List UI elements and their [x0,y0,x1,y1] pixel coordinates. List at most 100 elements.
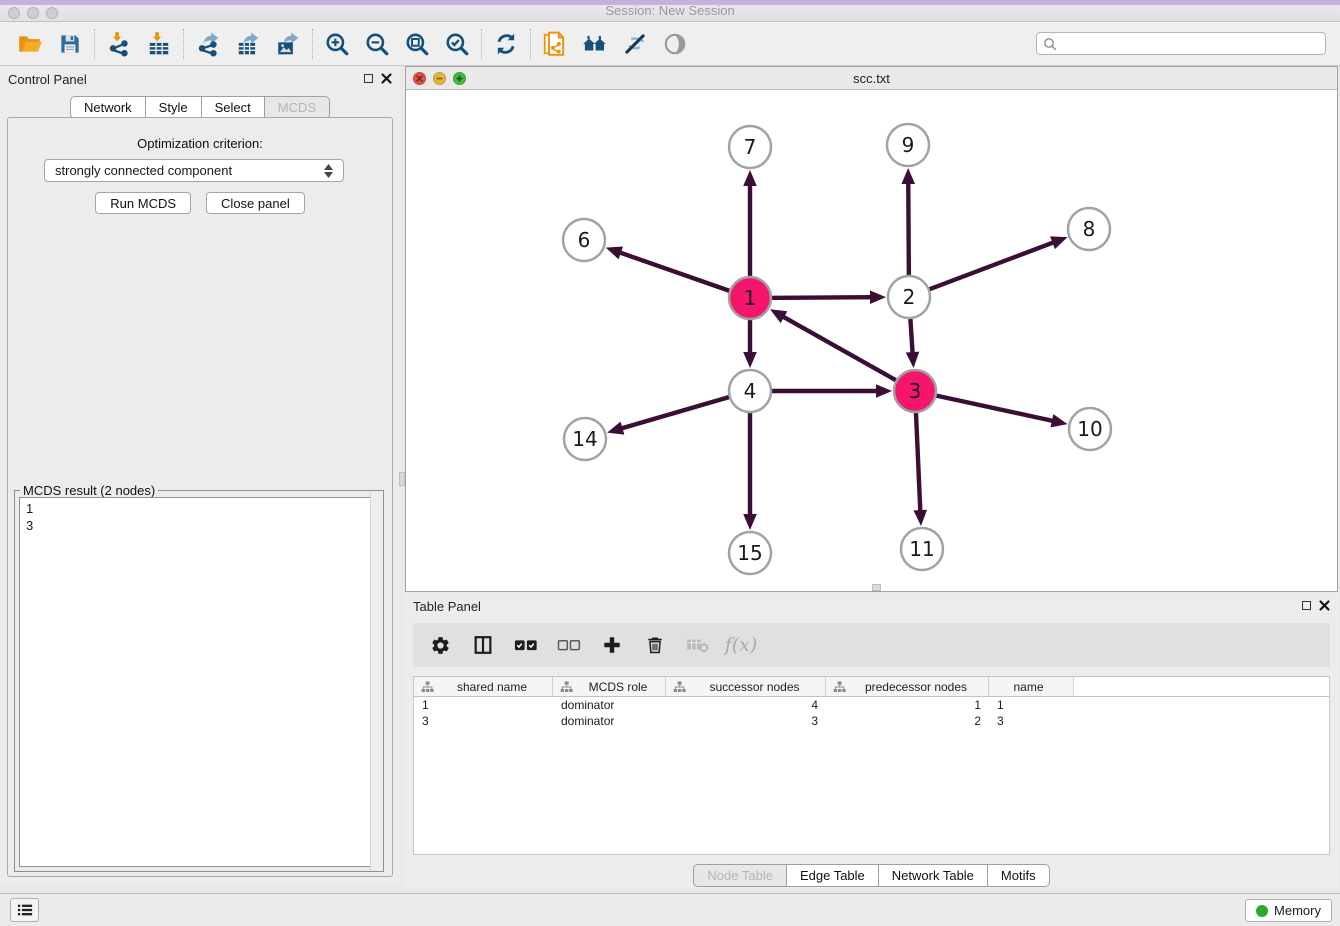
optimization-criterion-label: Optimization criterion: [8,136,392,151]
main-toolbar [0,22,1340,66]
export-network-icon[interactable] [188,26,228,62]
network-canvas[interactable]: 7968124314101511 [406,90,1337,591]
node-label-9: 9 [902,133,915,157]
cell-name[interactable]: 1 [989,697,1074,713]
tab-motifs[interactable]: Motifs [988,864,1050,887]
zoom-out-icon[interactable] [357,26,397,62]
delete-table-icon [681,627,715,663]
zoom-in-icon[interactable] [317,26,357,62]
search-input[interactable] [1058,37,1325,51]
status-menu-button[interactable] [10,898,39,922]
tab-edge-table[interactable]: Edge Table [787,864,879,887]
network-window-titlebar: scc.txt [406,67,1337,90]
open-session-icon[interactable] [10,26,50,62]
result-scrollbar[interactable] [370,492,382,870]
cell-name[interactable]: 3 [989,713,1074,729]
node-label-6: 6 [578,228,591,252]
import-network-icon[interactable] [99,26,139,62]
table-panel: Table Panel f(x) shared n [405,593,1338,888]
cell-shared-name[interactable]: 3 [414,713,553,729]
column-header-shared-name[interactable]: shared name [414,677,553,696]
select-all-icon[interactable] [509,627,543,663]
node-label-8: 8 [1083,217,1096,241]
table-body: 1dominator4113dominator323 [414,697,1329,729]
tab-mcds[interactable]: MCDS [265,96,330,119]
column-header-mcds-role[interactable]: MCDS role [553,677,666,696]
close-table-panel-icon[interactable] [1319,600,1330,611]
search-icon [1042,36,1058,52]
edge-arrowhead [1050,414,1067,427]
mcds-tab-panel: Optimization criterion: strongly connect… [7,117,393,877]
network-window-title: scc.txt [406,71,1337,86]
export-table-icon[interactable] [228,26,268,62]
cell-successor-nodes[interactable]: 4 [666,697,826,713]
table-toolbar: f(x) [413,623,1330,667]
cell-predecessor-nodes[interactable]: 2 [826,713,989,729]
network-home-icon[interactable] [575,26,615,62]
node-table: shared name MCDS role successor nodesprede… [413,676,1330,855]
criterion-value: strongly connected component [55,163,232,178]
table-row[interactable]: 1dominator411 [414,697,1329,713]
toolbar-separator [481,29,482,59]
fx-label: f(x) [725,634,758,656]
node-label-3: 3 [909,379,922,403]
cell-predecessor-nodes[interactable]: 1 [826,697,989,713]
show-graphics-details-icon[interactable] [655,26,695,62]
column-type-icon [673,681,686,693]
node-label-14: 14 [572,427,597,451]
export-image-icon[interactable] [268,26,308,62]
add-column-icon[interactable] [595,627,629,663]
node-label-11: 11 [909,537,934,561]
edge-3-1[interactable] [782,316,915,391]
close-panel-button[interactable]: Close panel [206,192,305,214]
table-settings-gear-icon[interactable] [423,627,457,663]
tab-style[interactable]: Style [146,96,202,119]
edge-arrowhead [870,290,886,304]
column-label: MCDS role [583,680,665,694]
list-icon [16,902,34,918]
control-panel: Control Panel NetworkStyleSelectMCDS Opt… [0,66,400,882]
table-row[interactable]: 3dominator323 [414,713,1329,729]
column-header-successor-nodes[interactable]: successor nodes [666,677,826,696]
edge-2-8[interactable] [909,242,1054,297]
save-session-icon[interactable] [50,26,90,62]
memory-button[interactable]: Memory [1245,899,1332,922]
zoom-selected-icon[interactable] [437,26,477,62]
cell-mcds-role[interactable]: dominator [553,697,666,713]
tab-select[interactable]: Select [202,96,265,119]
zoom-fit-icon[interactable] [397,26,437,62]
refresh-view-icon[interactable] [486,26,526,62]
column-header-name[interactable]: name [989,677,1074,696]
table-panel-tabs: Node TableEdge TableNetwork TableMotifs [405,864,1338,887]
tab-node-table[interactable]: Node Table [693,864,787,887]
column-header-predecessor-nodes[interactable]: predecessor nodes [826,677,989,696]
new-network-from-selection-icon[interactable] [535,26,575,62]
memory-label: Memory [1274,903,1321,918]
tab-network[interactable]: Network [70,96,146,119]
float-table-panel-icon[interactable] [1302,601,1311,610]
tab-network-table[interactable]: Network Table [879,864,988,887]
hide-graphics-details-icon[interactable] [615,26,655,62]
run-mcds-button[interactable]: Run MCDS [95,192,191,214]
column-type-icon [560,681,573,693]
column-label: name [996,680,1073,694]
toolbar-separator [312,29,313,59]
network-resize-handle[interactable] [872,584,881,591]
cell-successor-nodes[interactable]: 3 [666,713,826,729]
cell-mcds-role[interactable]: dominator [553,713,666,729]
node-label-2: 2 [903,285,916,309]
window-titlebar: Session: New Session [0,0,1340,22]
delete-column-trash-icon[interactable] [638,627,672,663]
show-columns-icon[interactable] [466,627,500,663]
deselect-all-icon[interactable] [552,627,586,663]
float-panel-icon[interactable] [364,74,373,83]
close-panel-icon[interactable] [381,73,392,84]
cell-shared-name[interactable]: 1 [414,697,553,713]
import-table-icon[interactable] [139,26,179,62]
node-label-15: 15 [737,541,762,565]
optimization-criterion-select[interactable]: strongly connected component [44,159,344,182]
toolbar-search[interactable] [1036,32,1326,55]
toolbar-separator [530,29,531,59]
column-label: successor nodes [696,680,825,694]
mcds-result-list[interactable]: 1 3 [19,497,379,867]
